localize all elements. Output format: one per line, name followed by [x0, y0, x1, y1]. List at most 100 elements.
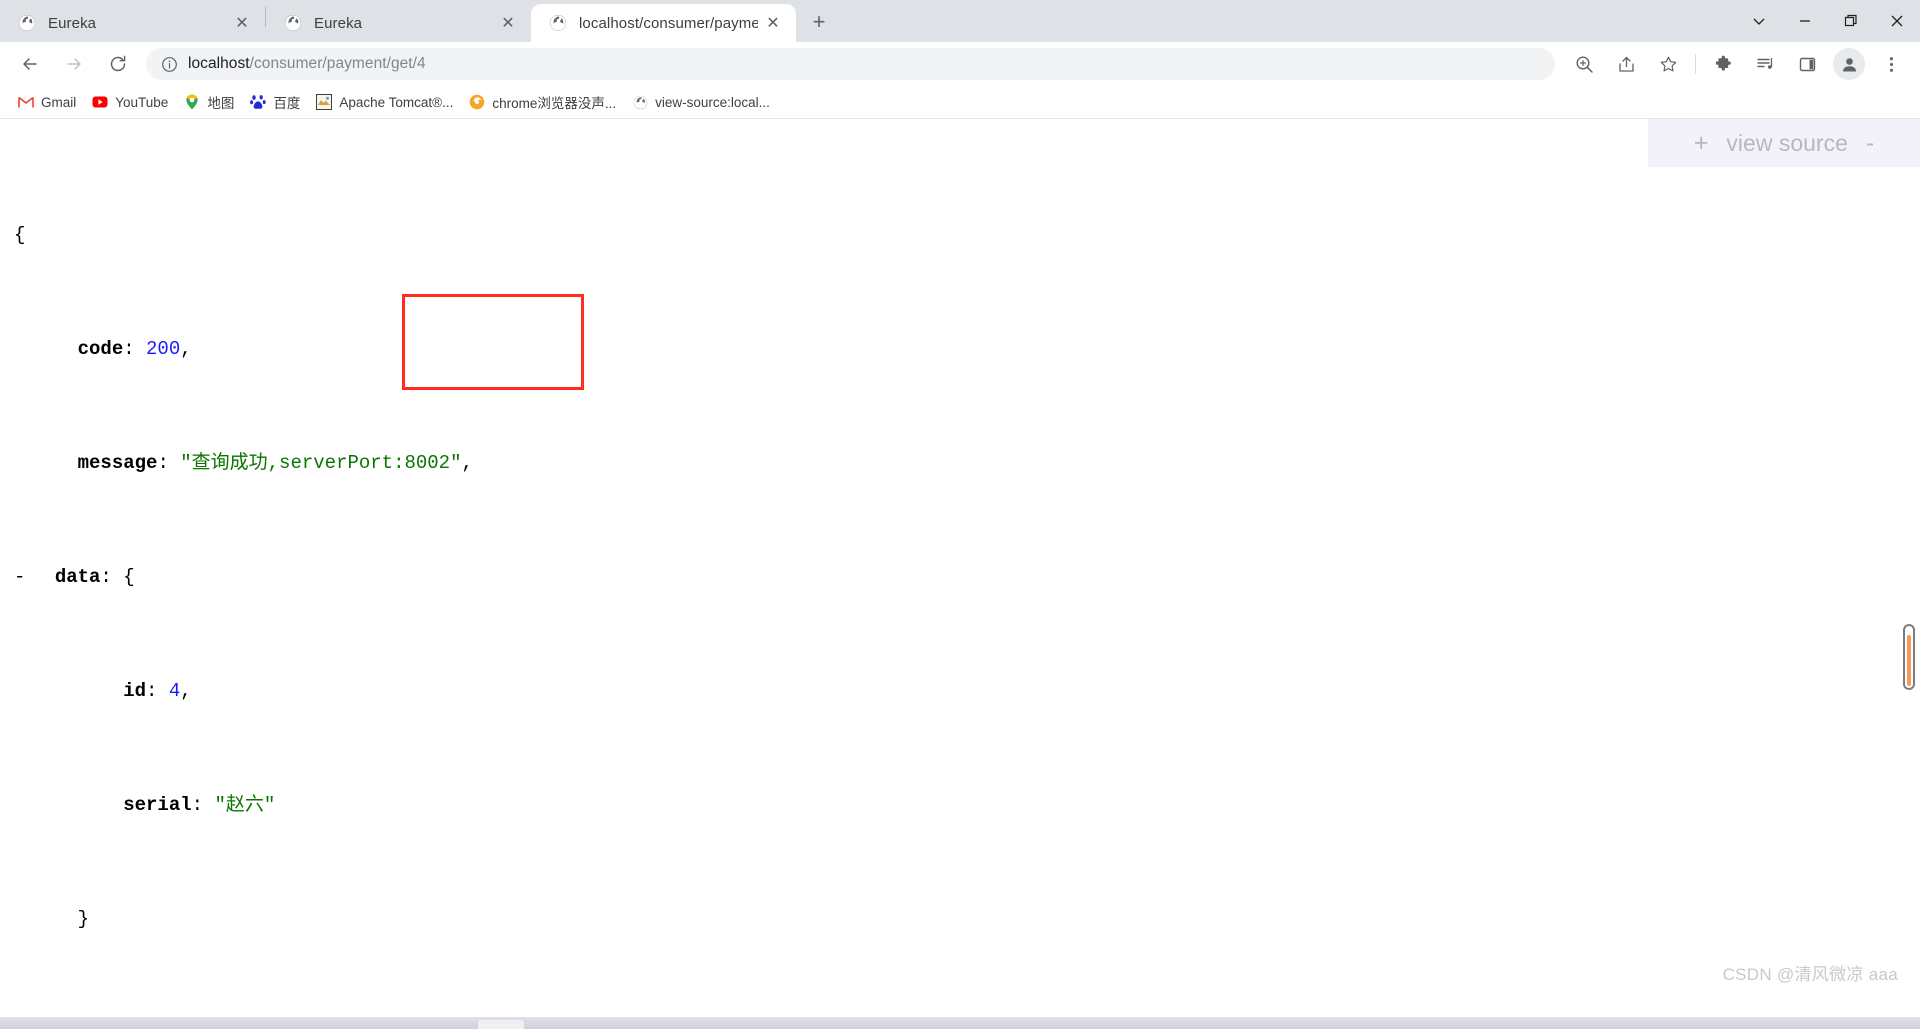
browser-tab-2[interactable]: Eureka ✕ [266, 4, 531, 42]
url-path: /consumer/payment/get/4 [249, 55, 426, 72]
taskbar-strip [0, 1017, 1920, 1029]
json-key-message: message [77, 451, 158, 474]
json-line-data: - data: { [14, 563, 1920, 592]
bookmark-label: YouTube [115, 94, 169, 110]
google-maps-icon [184, 94, 200, 110]
tab-close-icon[interactable]: ✕ [762, 12, 784, 34]
json-collapse-toggle-data[interactable]: - [14, 563, 32, 592]
browser-tab-3-active[interactable]: localhost/consumer/payment/ ✕ [531, 4, 796, 42]
bookmark-label: Apache Tomcat®... [339, 94, 454, 110]
scrollbar-thumb[interactable] [1903, 624, 1915, 690]
browser-tab-1[interactable]: Eureka ✕ [0, 4, 265, 42]
window-controls [1736, 0, 1920, 42]
json-value-code: 200 [146, 337, 181, 360]
bookmark-label: chrome浏览器没声... [492, 96, 617, 111]
scrollbar-thumb-fill [1907, 634, 1911, 686]
more-menu-icon[interactable] [1875, 48, 1907, 80]
youtube-icon [92, 94, 108, 110]
close-window-icon[interactable] [1874, 0, 1920, 42]
bookmark-label: 百度 [273, 96, 301, 111]
csdn-watermark: CSDN @清风微凉 aaa [1722, 965, 1898, 984]
json-value-id: 4 [168, 679, 181, 702]
tab-search-chevron-down-icon[interactable] [1736, 0, 1782, 42]
chrome-browser-window: Eureka ✕ Eureka ✕ localhost/consumer/pay… [0, 0, 1920, 1029]
json-line-serial: serial: "赵六" [14, 791, 1920, 820]
address-bar[interactable]: localhost/consumer/payment/get/4 [146, 48, 1555, 80]
info-circle-icon[interactable] [160, 55, 178, 73]
toolbar-actions [1563, 48, 1912, 80]
json-sep: : [191, 793, 215, 816]
page-content: + view source - { code: 200, message: "查… [0, 119, 1920, 1003]
globe-icon [632, 94, 648, 110]
bookmark-baidu[interactable]: 百度 [242, 89, 308, 115]
globe-icon [549, 14, 567, 32]
tab-title: localhost/consumer/payment/ [579, 14, 758, 32]
bookmark-chrome-no-sound[interactable]: chrome浏览器没声... [461, 89, 624, 115]
new-tab-button[interactable]: + [802, 5, 836, 39]
bookmark-label: view-source:local... [655, 94, 770, 110]
tab-close-icon[interactable]: ✕ [497, 12, 519, 34]
json-key-code: code [77, 337, 124, 360]
expand-all-button[interactable]: + [1694, 130, 1709, 156]
json-key-id: id [123, 679, 147, 702]
json-line-message: message: "查询成功,serverPort:8002", [14, 449, 1920, 478]
tab-strip: Eureka ✕ Eureka ✕ localhost/consumer/pay… [0, 0, 1920, 42]
bookmark-label: 地图 [207, 96, 235, 111]
zoom-icon[interactable] [1568, 48, 1600, 80]
json-sep: : [146, 679, 169, 702]
back-button[interactable] [13, 47, 47, 81]
json-sep: : [100, 565, 124, 588]
minimize-icon[interactable] [1782, 0, 1828, 42]
json-value-serial: "赵六" [214, 793, 276, 816]
share-icon[interactable] [1610, 48, 1642, 80]
tab-title: Eureka [48, 14, 97, 32]
toolbar-divider [1695, 54, 1696, 74]
collapse-all-button[interactable]: - [1866, 130, 1874, 156]
json-open-brace-data: { [123, 565, 135, 588]
url-host: localhost [188, 55, 250, 72]
gmail-icon [18, 94, 34, 110]
tab-close-icon[interactable]: ✕ [231, 12, 253, 34]
json-viewer: { code: 200, message: "查询成功,serverPort:8… [0, 119, 1920, 1003]
forward-button[interactable] [57, 47, 91, 81]
json-line-code: code: 200, [14, 335, 1920, 364]
media-playlist-icon[interactable] [1749, 48, 1781, 80]
json-close-brace-data: } [77, 907, 90, 930]
view-source-panel: + view source - [1648, 119, 1920, 167]
json-sep: : [123, 337, 147, 360]
json-line-close-data: } [14, 905, 1920, 934]
json-value-message: "查询成功,serverPort:8002" [180, 451, 462, 474]
tomcat-icon [316, 94, 333, 110]
json-line-id: id: 4, [14, 677, 1920, 706]
json-sep: : [157, 451, 181, 474]
json-comma: , [461, 451, 473, 474]
json-comma: , [180, 679, 192, 702]
browser-toolbar: localhost/consumer/payment/get/4 [0, 42, 1920, 86]
bookmark-youtube[interactable]: YouTube [84, 89, 176, 115]
side-panel-icon[interactable] [1791, 48, 1823, 80]
json-comma: , [180, 337, 192, 360]
taskbar-nub [478, 1020, 524, 1029]
address-bar-url: localhost/consumer/payment/get/4 [188, 55, 426, 73]
chrome-orange-icon [469, 94, 485, 110]
extensions-puzzle-icon[interactable] [1707, 48, 1739, 80]
bookmark-view-source[interactable]: view-source:local... [624, 89, 778, 115]
json-key-serial: serial [123, 793, 192, 816]
globe-icon [18, 14, 36, 32]
bookmark-apache-tomcat[interactable]: Apache Tomcat®... [308, 89, 461, 115]
bookmarks-bar: Gmail YouTube 地图 百度 Apache Tomcat®... ch… [0, 86, 1920, 119]
view-source-link[interactable]: view source [1726, 130, 1847, 157]
baidu-icon [250, 94, 267, 110]
json-open-brace: { [14, 223, 26, 246]
globe-icon [284, 14, 302, 32]
tab-title: Eureka [314, 14, 363, 32]
json-key-data: data [54, 565, 101, 588]
reload-button[interactable] [101, 47, 135, 81]
bookmark-label: Gmail [41, 94, 77, 110]
bookmark-star-icon[interactable] [1652, 48, 1684, 80]
bookmark-maps[interactable]: 地图 [176, 89, 242, 115]
profile-avatar-icon[interactable] [1833, 48, 1865, 80]
json-line-open: { [14, 221, 1920, 250]
bookmark-gmail[interactable]: Gmail [10, 89, 84, 115]
maximize-restore-icon[interactable] [1828, 0, 1874, 42]
